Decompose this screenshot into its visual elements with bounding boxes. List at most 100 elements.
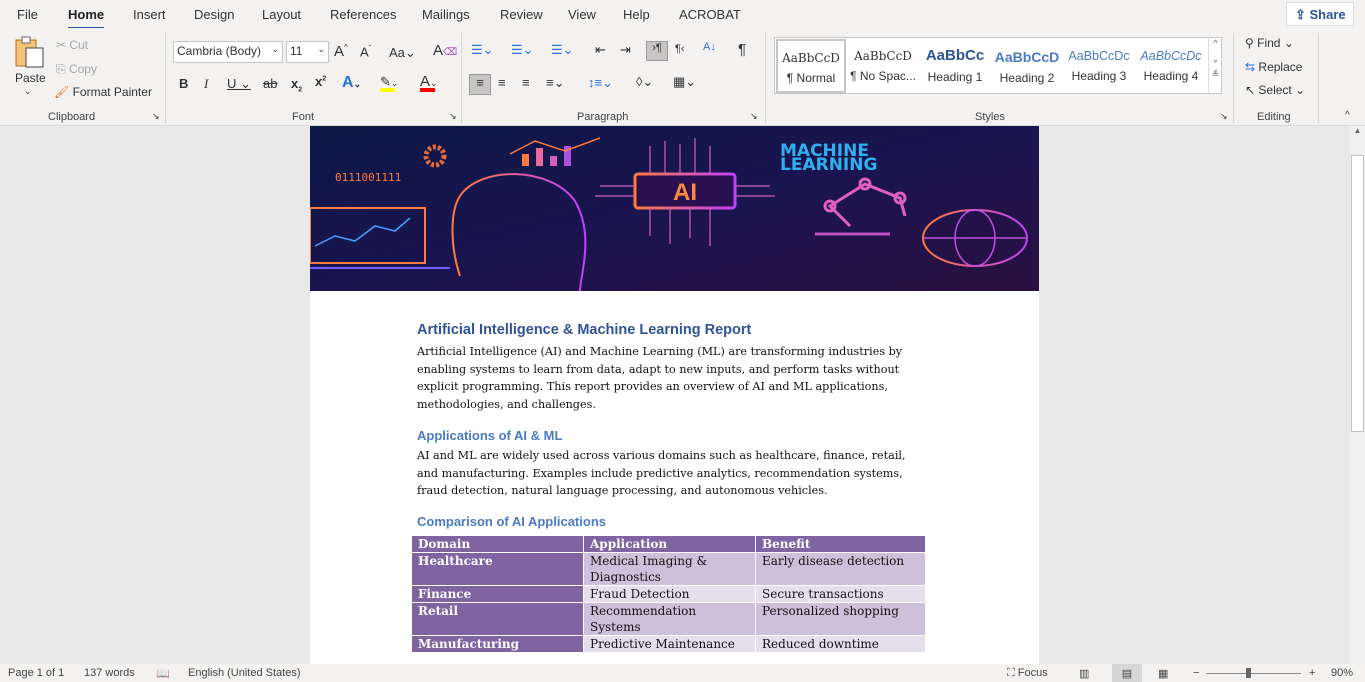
web-layout-icon[interactable]: ▦ — [1158, 667, 1168, 680]
comparison-heading[interactable]: Comparison of AI Applications — [417, 514, 606, 529]
word-count[interactable]: 137 words — [84, 667, 135, 679]
scrollbar-thumb[interactable] — [1351, 155, 1364, 432]
bold-icon[interactable]: B — [179, 76, 188, 91]
zoom-slider-thumb[interactable] — [1245, 668, 1251, 678]
shading-icon[interactable]: ◊⌄ — [636, 74, 653, 90]
style-normal[interactable]: AaBbCcD ¶ Normal — [776, 39, 846, 93]
find-button[interactable]: ⚲ Find ⌄ — [1245, 36, 1294, 50]
numbering-icon[interactable]: ☰⌄ — [511, 42, 534, 58]
applications-paragraph[interactable]: AI and ML are widely used across various… — [417, 447, 922, 500]
paste-label[interactable]: Paste — [15, 71, 46, 85]
tab-help[interactable]: Help — [623, 7, 650, 22]
tab-home[interactable]: Home — [68, 7, 105, 30]
justify-icon[interactable]: ≡⌄ — [546, 75, 564, 91]
document-title[interactable]: Artificial Intelligence & Machine Learni… — [417, 322, 751, 338]
subscript-icon[interactable]: x2 — [291, 76, 302, 94]
dialog-launcher-icon[interactable]: ↘ — [750, 111, 758, 122]
zoom-in-icon[interactable]: + — [1309, 667, 1315, 679]
print-layout-icon[interactable]: ▤ — [1112, 664, 1142, 682]
borders-icon[interactable]: ▦⌄ — [673, 74, 696, 90]
tab-acrobat[interactable]: ACROBAT — [679, 7, 741, 22]
header-application: Application — [583, 535, 756, 553]
align-center-icon[interactable]: ≡ — [498, 75, 506, 90]
cell: Secure transactions — [755, 585, 926, 603]
search-icon: ⚲ — [1245, 36, 1254, 50]
align-right-icon[interactable]: ≡ — [522, 75, 530, 90]
tab-insert[interactable]: Insert — [133, 7, 166, 22]
zoom-out-icon[interactable]: − — [1193, 667, 1199, 679]
font-size-select[interactable]: 11 ⌄ — [286, 41, 329, 63]
zoom-slider[interactable] — [1206, 673, 1301, 674]
dialog-launcher-icon[interactable]: ↘ — [152, 111, 160, 122]
clear-formatting-icon[interactable]: A⌫ — [433, 42, 457, 59]
style-heading-4[interactable]: AaBbCcDc Heading 4 — [1136, 39, 1206, 93]
align-left-icon[interactable]: ≡ — [469, 74, 491, 95]
style-heading-3[interactable]: AaBbCcDc Heading 3 — [1064, 39, 1134, 93]
tab-file[interactable]: File — [17, 7, 38, 22]
paste-button[interactable] — [14, 36, 46, 68]
highlight-icon[interactable]: ✎⌄ — [380, 74, 398, 92]
intro-paragraph[interactable]: Artificial Intelligence (AI) and Machine… — [417, 343, 922, 413]
styles-gallery: AaBbCcD ¶ Normal AaBbCcD ¶ No Spac... AaBb… — [774, 37, 1222, 94]
select-button[interactable]: ↖ Select ⌄ — [1245, 83, 1305, 97]
shrink-font-icon[interactable]: Aˇ — [360, 44, 371, 59]
copy-button[interactable]: ⎘ Copy — [56, 62, 97, 77]
styles-scroll[interactable]: ^ ⌄ ≚ — [1208, 38, 1222, 93]
paste-dropdown-icon[interactable]: ⌄ — [24, 86, 32, 97]
tab-references[interactable]: References — [330, 7, 396, 22]
line-spacing-icon[interactable]: ↕≡⌄ — [588, 75, 613, 91]
style-heading-2[interactable]: AaBbCcD Heading 2 — [992, 39, 1062, 93]
zoom-level[interactable]: 90% — [1331, 667, 1353, 679]
font-color-icon[interactable]: A⌄ — [420, 73, 438, 92]
language[interactable]: English (United States) — [188, 667, 301, 679]
dialog-launcher-icon[interactable]: ↘ — [1220, 111, 1228, 122]
italic-icon[interactable]: I — [204, 76, 208, 92]
applications-heading[interactable]: Applications of AI & ML — [417, 428, 562, 443]
tab-mailings[interactable]: Mailings — [422, 7, 470, 22]
font-name-select[interactable]: Cambria (Body) ⌄ — [173, 41, 283, 63]
tab-layout[interactable]: Layout — [262, 7, 301, 22]
tab-review[interactable]: Review — [500, 7, 543, 22]
comparison-table[interactable]: Domain Application Benefit Healthcare Medic… — [411, 535, 926, 653]
scroll-up-icon[interactable]: ▲ — [1350, 126, 1365, 135]
change-case-icon[interactable]: Aa⌄ — [389, 45, 416, 61]
proofing-icon[interactable]: 📖 — [156, 667, 170, 680]
cell: Healthcare — [411, 552, 584, 586]
style-no-spacing[interactable]: AaBbCcD ¶ No Spac... — [848, 39, 918, 93]
collapse-ribbon-icon[interactable]: ^ — [1345, 110, 1350, 121]
read-mode-icon[interactable]: ▥ — [1079, 667, 1089, 680]
ribbon: Paste ⌄ ✂ Cut ⎘ Copy 🖌 Format Painter Cl… — [0, 28, 1365, 126]
header-benefit: Benefit — [755, 535, 926, 553]
cut-button[interactable]: ✂ Cut — [56, 38, 88, 52]
strikethrough-icon[interactable]: ab — [263, 76, 277, 91]
tab-view[interactable]: View — [568, 7, 596, 22]
rtl-icon[interactable]: ¶‹ — [675, 43, 685, 55]
chevron-down-icon[interactable]: ⌄ — [1209, 54, 1222, 65]
superscript-icon[interactable]: x2 — [315, 74, 326, 89]
divider — [765, 33, 766, 123]
dialog-launcher-icon[interactable]: ↘ — [449, 111, 457, 122]
banner-title-line2: LEARNING — [780, 155, 877, 175]
bullets-icon[interactable]: ☰⌄ — [471, 42, 494, 58]
page-count[interactable]: Page 1 of 1 — [8, 667, 64, 679]
focus-button[interactable]: ⛶ Focus — [1007, 667, 1048, 680]
document-area: 0111001111 AI MACHINE LEARNING Artificia… — [0, 126, 1350, 664]
multilevel-list-icon[interactable]: ☰⌄ — [551, 42, 574, 58]
ltr-icon[interactable]: ›¶ — [646, 41, 668, 61]
share-button[interactable]: ⇪ Share — [1286, 2, 1354, 26]
grow-font-icon[interactable]: A^ — [334, 43, 348, 60]
tab-design[interactable]: Design — [194, 7, 234, 22]
sort-icon[interactable]: A↓ — [703, 41, 716, 53]
show-formatting-icon[interactable]: ¶ — [738, 41, 746, 58]
replace-button[interactable]: ⇆ Replace — [1245, 60, 1302, 74]
increase-indent-icon[interactable]: ⇥ — [620, 42, 631, 58]
underline-icon[interactable]: U ⌄ — [227, 76, 251, 92]
chevron-up-icon[interactable]: ^ — [1209, 38, 1222, 48]
style-heading-1[interactable]: AaBbCc Heading 1 — [920, 39, 990, 93]
decrease-indent-icon[interactable]: ⇤ — [595, 42, 606, 58]
cell: Retail — [411, 602, 584, 636]
text-effects-icon[interactable]: A⌄ — [342, 74, 361, 92]
format-painter-button[interactable]: 🖌 Format Painter — [54, 85, 152, 99]
cell: Recommendation Systems — [583, 602, 756, 636]
more-styles-icon[interactable]: ≚ — [1209, 69, 1222, 80]
